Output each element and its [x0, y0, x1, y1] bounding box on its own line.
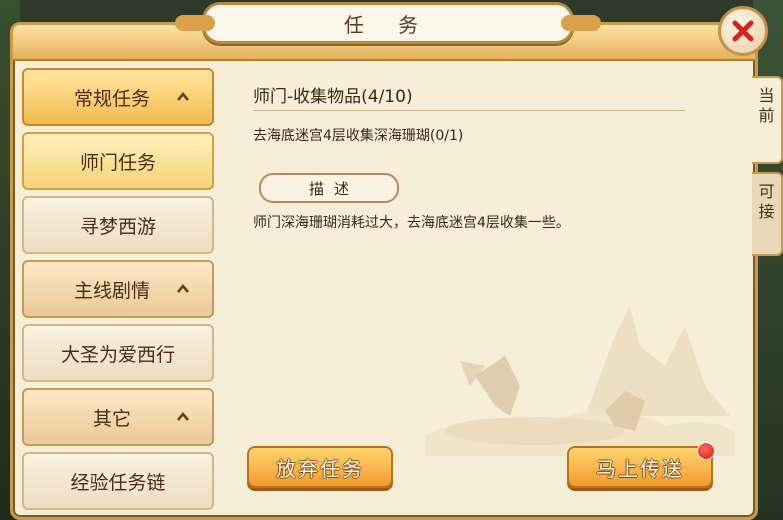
chevron-up-icon	[177, 91, 189, 101]
tab-available[interactable]: 可接	[752, 172, 783, 256]
category-other[interactable]: 其它	[22, 388, 214, 446]
quest-detail-panel: 师门-收集物品(4/10) 去海底迷宫4层收集深海珊瑚(0/1) 描述 师门深海…	[225, 66, 745, 506]
quest-item-sect[interactable]: 师门任务	[22, 132, 214, 190]
quest-item-label: 寻梦西游	[79, 215, 156, 238]
quest-item-dream-journey[interactable]: 寻梦西游	[22, 196, 214, 254]
close-button[interactable]	[718, 6, 768, 56]
background-ink-painting	[425, 306, 735, 456]
quest-item-exp-chain[interactable]: 经验任务链	[22, 452, 214, 510]
tab-current-label: 当前	[758, 86, 775, 125]
tab-available-label: 可接	[758, 182, 775, 221]
quest-goal: 去海底迷宫4层收集深海珊瑚(0/1)	[253, 128, 464, 144]
category-main-story[interactable]: 主线剧情	[22, 260, 214, 318]
category-label: 常规任务	[73, 87, 150, 110]
quest-item-label: 大圣为爱西行	[60, 343, 175, 366]
description-label: 描述	[259, 173, 399, 203]
notification-dot	[697, 442, 715, 460]
title-plate: 任 务	[175, 2, 601, 44]
close-icon	[732, 20, 754, 42]
divider	[253, 110, 685, 111]
quest-description: 师门深海珊瑚消耗过大，去海底迷宫4层收集一些。	[253, 215, 570, 231]
category-label: 主线剧情	[73, 279, 150, 302]
teleport-button[interactable]: 马上传送	[567, 446, 713, 488]
quest-title: 师门-收集物品(4/10)	[253, 87, 413, 107]
abandon-quest-button[interactable]: 放弃任务	[247, 446, 393, 488]
category-label: 其它	[92, 407, 131, 430]
chevron-up-icon	[177, 411, 189, 421]
teleport-label: 马上传送	[596, 456, 684, 481]
window-title: 任 务	[343, 13, 433, 37]
description-label-text: 描述	[308, 179, 359, 198]
tab-current[interactable]: 当前	[752, 76, 783, 164]
quest-item-label: 师门任务	[79, 151, 156, 174]
quest-item-great-sage[interactable]: 大圣为爱西行	[22, 324, 214, 382]
quest-item-label: 经验任务链	[70, 471, 166, 494]
abandon-quest-label: 放弃任务	[276, 456, 364, 481]
category-regular-quests[interactable]: 常规任务	[22, 68, 214, 126]
chevron-up-icon	[177, 283, 189, 293]
